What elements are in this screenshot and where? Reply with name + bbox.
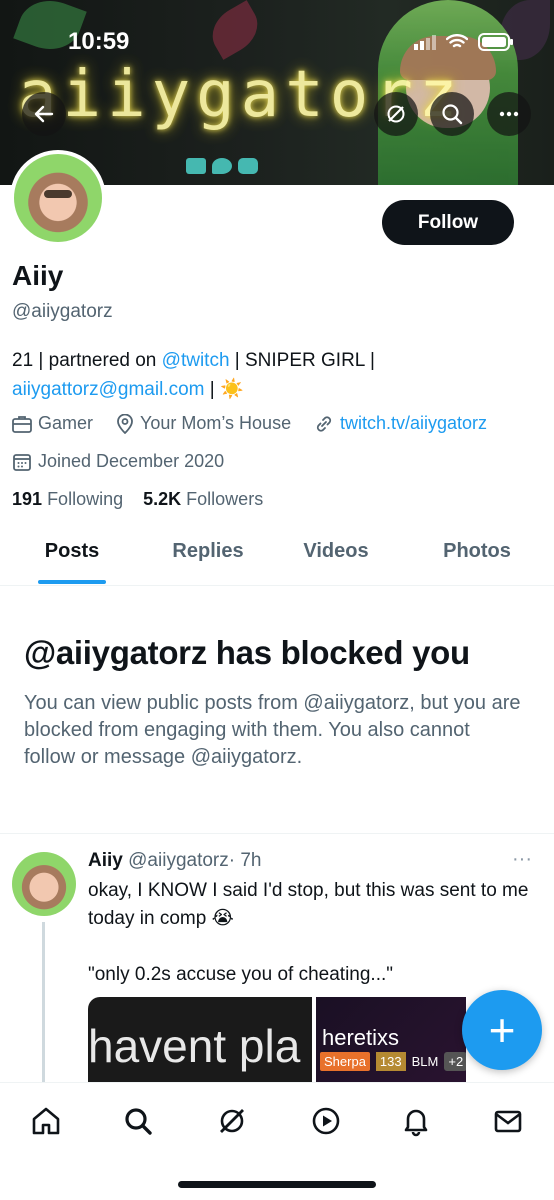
bio-text: | — [204, 379, 220, 400]
signal-icon — [414, 35, 436, 50]
tweet-header: Aiiy @aiiygatorz· 7h — [88, 850, 262, 872]
profile-joined: Joined December 2020 — [12, 451, 224, 472]
sun-emoji: ☀️ — [219, 379, 244, 400]
tab-replies[interactable]: Replies — [160, 540, 256, 563]
wifi-icon — [446, 34, 468, 48]
status-icons — [414, 33, 514, 51]
calendar-icon — [13, 453, 31, 471]
twitter-icon — [212, 158, 232, 174]
bio-text: | SNIPER GIRL | — [229, 350, 375, 371]
battery-icon — [478, 33, 513, 51]
banner-social-icons — [186, 158, 258, 174]
section-divider — [0, 833, 554, 834]
email-link[interactable]: aiiygattorz@gmail.com — [12, 379, 204, 400]
briefcase-icon — [12, 415, 32, 433]
tweet-time: · 7h — [228, 850, 262, 871]
profile-name: Aiiy — [12, 260, 64, 291]
category-label: Gamer — [38, 413, 94, 433]
nav-notifications[interactable] — [396, 1101, 436, 1141]
grok-icon — [220, 1109, 244, 1133]
blocked-body: You can view public posts from @aiiygato… — [24, 692, 521, 768]
home-icon — [32, 1107, 60, 1135]
tab-videos[interactable]: Videos — [292, 540, 380, 563]
more-button[interactable] — [487, 92, 531, 136]
twitch-icon — [186, 158, 206, 174]
tab-photos[interactable]: Photos — [432, 540, 522, 563]
back-button[interactable] — [22, 92, 66, 136]
followers-link[interactable]: 5.2K Followers — [143, 489, 263, 509]
nav-search[interactable] — [118, 1101, 158, 1141]
active-tab-indicator — [38, 580, 106, 584]
blocked-title: @aiiygatorz has blocked you — [24, 634, 470, 671]
banner-leaf — [203, 0, 267, 60]
tweet-text: okay, I KNOW I said I'd stop, but this w… — [88, 877, 544, 989]
following-label: Following — [47, 489, 124, 509]
profile-handle: @aiiygatorz — [12, 301, 113, 322]
youtube-icon — [238, 158, 258, 174]
grok-button[interactable] — [374, 92, 418, 136]
search-button[interactable] — [430, 92, 474, 136]
joined-label: Joined December 2020 — [38, 451, 225, 471]
compose-fab-button[interactable]: + — [462, 990, 542, 1070]
nav-grok[interactable] — [212, 1101, 252, 1141]
tweet-avatar[interactable] — [12, 852, 76, 916]
profile-avatar[interactable] — [10, 150, 106, 246]
following-link[interactable]: 191 Following — [12, 489, 123, 509]
level-badge: 133 — [375, 1052, 406, 1071]
profile-location: Your Mom’s House — [116, 413, 291, 434]
play-circle-icon — [312, 1107, 340, 1135]
tweet-author-handle[interactable]: @aiiygatorz — [128, 850, 229, 871]
thread-line — [42, 922, 45, 1092]
status-time: 10:59 — [68, 28, 130, 55]
more-icon — [499, 111, 519, 117]
follow-button[interactable]: Follow — [382, 200, 514, 245]
tweet-media-1[interactable]: havent pla — [88, 997, 312, 1092]
search-icon — [442, 104, 463, 125]
tweet-line: okay, I KNOW I said I'd stop, but this w… — [88, 880, 529, 929]
tweet-media-2[interactable]: heretixs Sherpa 133 BLM +2 — [316, 997, 466, 1092]
profile-website[interactable]: twitch.tv/aiiygatorz — [314, 413, 487, 434]
grok-icon — [387, 105, 405, 123]
mail-icon — [494, 1110, 522, 1133]
plus-badge: +2 — [444, 1052, 466, 1071]
search-icon — [125, 1108, 152, 1135]
location-pin-icon — [117, 413, 133, 434]
website-link[interactable]: twitch.tv/aiiygatorz — [340, 413, 487, 434]
bell-icon — [404, 1109, 428, 1137]
nav-home[interactable] — [26, 1101, 66, 1141]
tweet-author-name[interactable]: Aiiy — [88, 850, 123, 871]
media-2-badges: Sherpa 133 BLM +2 — [320, 1052, 466, 1071]
followers-label: Followers — [186, 489, 264, 509]
media-1-text: havent pla — [88, 1020, 301, 1072]
arrow-left-icon — [34, 105, 54, 123]
tab-posts[interactable]: Posts — [38, 540, 106, 563]
bio-text: 21 | partnered on — [12, 350, 162, 371]
profile-bio: 21 | partnered on @twitch | SNIPER GIRL … — [12, 346, 532, 404]
tweet-line: "only 0.2s accuse you of cheating..." — [88, 964, 394, 985]
sherpa-badge: Sherpa — [320, 1052, 370, 1071]
nav-video[interactable] — [306, 1101, 346, 1141]
tweet-more-icon[interactable]: ··· — [512, 848, 532, 871]
followers-count: 5.2K — [143, 489, 182, 509]
tabs-divider — [0, 585, 554, 586]
following-count: 191 — [12, 489, 43, 509]
home-indicator — [178, 1181, 376, 1188]
link-icon — [316, 415, 332, 432]
location-label: Your Mom’s House — [140, 413, 292, 433]
nav-messages[interactable] — [488, 1101, 528, 1141]
media-2-name: heretixs — [322, 1025, 400, 1050]
follow-counts: 191 Following 5.2K Followers — [12, 489, 263, 510]
profile-category: Gamer — [12, 413, 93, 434]
twitch-mention-link[interactable]: @twitch — [162, 350, 230, 371]
blm-tag: BLM — [411, 1054, 439, 1069]
